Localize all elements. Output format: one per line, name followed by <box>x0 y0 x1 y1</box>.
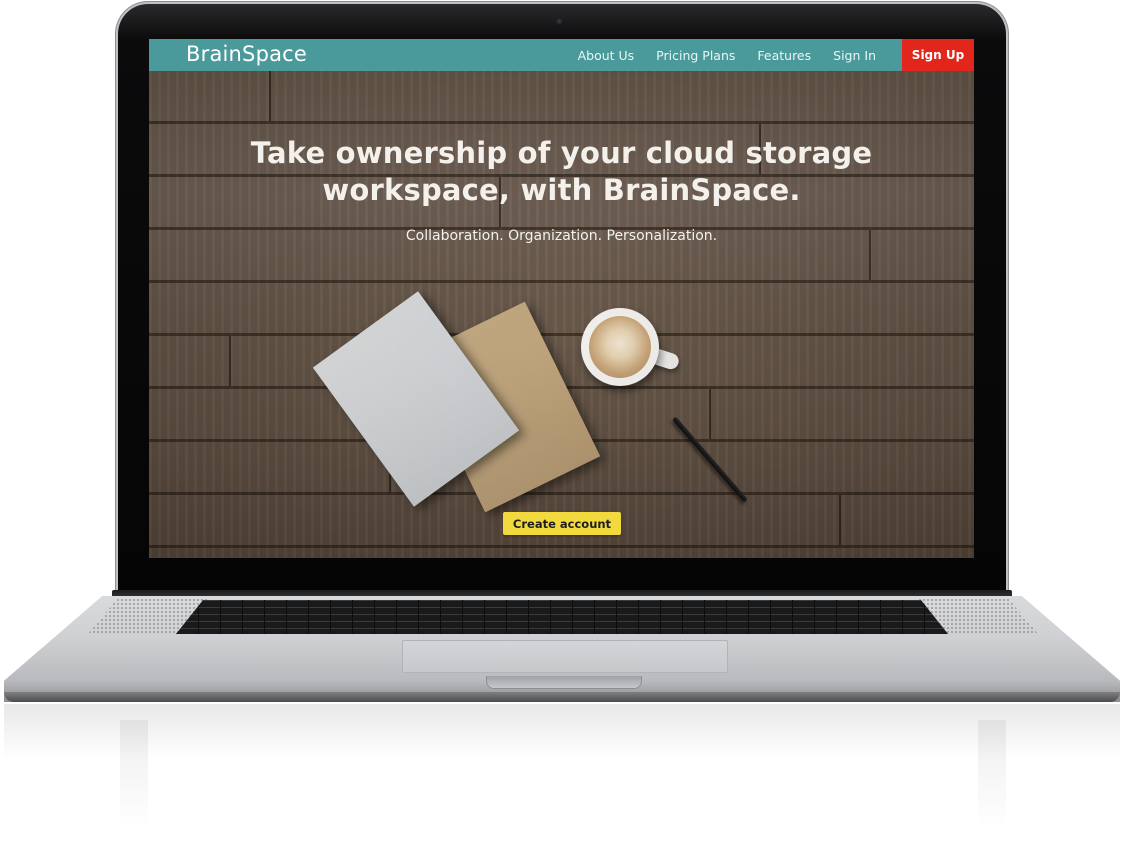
laptop-keyboard <box>176 600 948 634</box>
laptop-trackpad <box>402 640 728 673</box>
laptop-lid-notch <box>486 676 642 689</box>
brand-logo[interactable]: BrainSpace <box>186 42 307 66</box>
laptop-mockup: BrainSpace About Us Pricing Plans Featur… <box>0 0 1124 842</box>
hero-tagline: Collaboration. Organization. Personaliza… <box>405 228 718 244</box>
hero-section: Take ownership of your cloud storage wor… <box>149 71 974 558</box>
create-account-button[interactable]: Create account <box>503 512 621 535</box>
hero-headline: Take ownership of your cloud storage wor… <box>149 135 974 209</box>
laptop-camera-icon <box>556 18 564 26</box>
reflection-right <box>978 720 1006 830</box>
laptop-reflection <box>4 704 1120 842</box>
nav-link-features[interactable]: Features <box>757 48 811 63</box>
site-navbar: BrainSpace About Us Pricing Plans Featur… <box>149 39 974 71</box>
hero-headline-line-2: workspace, with BrainSpace. <box>322 173 801 207</box>
nav-link-pricing-plans[interactable]: Pricing Plans <box>656 48 735 63</box>
nav-links: About Us Pricing Plans Features Sign In <box>578 39 876 71</box>
nav-link-about-us[interactable]: About Us <box>578 48 635 63</box>
sign-up-button[interactable]: Sign Up <box>902 39 974 71</box>
laptop-screen: BrainSpace About Us Pricing Plans Featur… <box>149 39 974 558</box>
nav-link-sign-in[interactable]: Sign In <box>833 48 876 63</box>
hero-headline-line-1: Take ownership of your cloud storage <box>250 136 873 170</box>
laptop-bottom-edge <box>4 692 1120 702</box>
reflection-left <box>120 720 148 830</box>
